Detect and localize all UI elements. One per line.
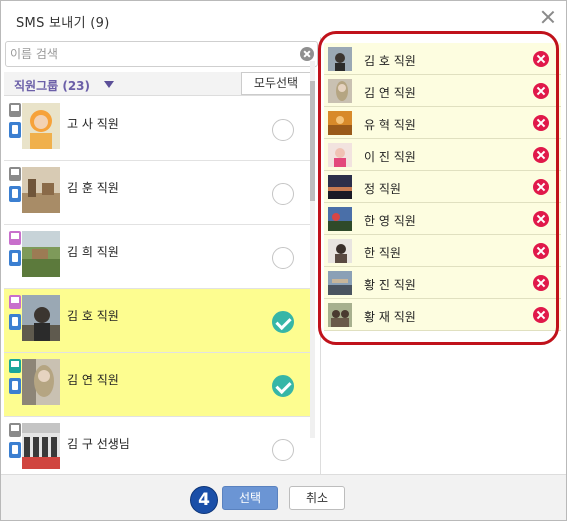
avatar: [22, 167, 60, 213]
cancel-button[interactable]: 취소: [289, 486, 345, 510]
list-item[interactable]: 김 연 직원: [4, 353, 313, 417]
avatar: [328, 143, 352, 167]
channel-icons: [9, 423, 21, 469]
remove-icon[interactable]: [533, 211, 549, 227]
clear-search-icon[interactable]: [300, 47, 314, 61]
selected-recipient-item: 정 직원: [324, 171, 561, 203]
step-number-badge: 4: [190, 486, 218, 514]
close-icon[interactable]: [540, 9, 556, 25]
dialog-footer: 4 선택 취소: [1, 474, 566, 520]
remove-icon[interactable]: [533, 243, 549, 259]
employee-name: 김 호 직원: [67, 309, 119, 323]
remove-icon[interactable]: [533, 51, 549, 67]
search-box: [5, 41, 318, 67]
recipient-name: 황 재 직원: [364, 310, 416, 324]
selected-recipient-item: 황 재 직원: [324, 299, 561, 331]
recipient-name: 이 진 직원: [364, 150, 416, 164]
selected-recipient-item: 이 진 직원: [324, 139, 561, 171]
select-all-button[interactable]: 모두선택: [241, 72, 311, 95]
channel-icons: [9, 295, 21, 341]
employee-panel: 직원그룹 (23) 모두선택 고 사 직원: [4, 37, 318, 474]
select-check[interactable]: [272, 183, 294, 205]
avatar: [328, 207, 352, 231]
group-dropdown-label[interactable]: 직원그룹 (23): [14, 77, 90, 94]
group-bar: 직원그룹 (23) 모두선택: [4, 72, 313, 96]
avatar: [22, 231, 60, 277]
avatar: [22, 295, 60, 341]
list-item[interactable]: 김 희 직원: [4, 225, 313, 289]
list-item[interactable]: 김 훈 직원: [4, 161, 313, 225]
selected-recipient-list: 김 호 직원 김 연 직원 유 혁 직원 이 진 직원 정 직원 한 영 직원 …: [324, 43, 561, 331]
employee-name: 김 구 선생님: [67, 437, 130, 451]
recipient-name: 한 직원: [364, 246, 401, 260]
scroll-thumb[interactable]: [310, 81, 315, 201]
pc-icon: [9, 295, 21, 309]
select-button[interactable]: 선택: [222, 486, 278, 510]
avatar: [22, 423, 60, 469]
dialog-title: SMS 보내기 (9): [16, 16, 110, 31]
selected-recipient-item: 한 직원: [324, 235, 561, 267]
recipient-name: 김 호 직원: [364, 54, 416, 68]
channel-icons: [9, 231, 21, 277]
avatar: [328, 79, 352, 103]
channel-icons: [9, 359, 21, 405]
avatar: [328, 175, 352, 199]
pc-icon: [9, 103, 21, 117]
remove-icon[interactable]: [533, 307, 549, 323]
mobile-icon: [9, 186, 21, 202]
recipient-name: 정 직원: [364, 182, 401, 196]
select-check[interactable]: [272, 311, 294, 333]
list-scrollbar[interactable]: [310, 61, 315, 438]
recipient-name: 유 혁 직원: [364, 118, 416, 132]
pc-icon: [9, 359, 21, 373]
recipient-name: 김 연 직원: [364, 86, 416, 100]
recipient-name: 한 영 직원: [364, 214, 416, 228]
remove-icon[interactable]: [533, 83, 549, 99]
selected-recipient-item: 김 연 직원: [324, 75, 561, 107]
pc-icon: [9, 231, 21, 245]
pc-icon: [9, 167, 21, 181]
mobile-icon: [9, 122, 21, 138]
recipient-name: 황 진 직원: [364, 278, 416, 292]
select-check[interactable]: [272, 247, 294, 269]
remove-icon[interactable]: [533, 115, 549, 131]
channel-icons: [9, 167, 21, 213]
mobile-icon: [9, 442, 21, 458]
select-check[interactable]: [272, 375, 294, 397]
employee-name: 김 연 직원: [67, 373, 119, 387]
selected-recipient-item: 유 혁 직원: [324, 107, 561, 139]
remove-icon[interactable]: [533, 275, 549, 291]
channel-icons: [9, 103, 21, 149]
avatar: [22, 103, 60, 149]
avatar: [328, 239, 352, 263]
list-item[interactable]: 김 구 선생님: [4, 417, 313, 474]
select-check[interactable]: [272, 119, 294, 141]
remove-icon[interactable]: [533, 179, 549, 195]
search-input[interactable]: [10, 45, 290, 63]
title-bar: SMS 보내기 (9): [1, 1, 566, 37]
avatar: [328, 271, 352, 295]
select-check[interactable]: [272, 439, 294, 461]
avatar: [328, 303, 352, 327]
pc-icon: [9, 423, 21, 437]
selected-recipient-item: 김 호 직원: [324, 43, 561, 75]
employee-list: 고 사 직원 김 훈 직원 김 희 직원 김 호 직원 김 연 직원 김 구 선…: [4, 97, 315, 474]
mobile-icon: [9, 378, 21, 394]
selected-recipient-item: 황 진 직원: [324, 267, 561, 299]
employee-name: 김 희 직원: [67, 245, 119, 259]
selected-recipients-panel: 김 호 직원 김 연 직원 유 혁 직원 이 진 직원 정 직원 한 영 직원 …: [320, 37, 564, 474]
triangle-down-icon[interactable]: [104, 81, 114, 88]
avatar: [328, 47, 352, 71]
avatar: [22, 359, 60, 405]
employee-name: 고 사 직원: [67, 117, 119, 131]
list-item[interactable]: 김 호 직원: [4, 289, 313, 353]
selected-recipient-item: 한 영 직원: [324, 203, 561, 235]
avatar: [328, 111, 352, 135]
mobile-icon: [9, 314, 21, 330]
employee-name: 김 훈 직원: [67, 181, 119, 195]
remove-icon[interactable]: [533, 147, 549, 163]
list-item[interactable]: 고 사 직원: [4, 97, 313, 161]
mobile-icon: [9, 250, 21, 266]
sms-send-dialog: SMS 보내기 (9) 직원그룹 (23) 모두선택: [0, 0, 567, 521]
